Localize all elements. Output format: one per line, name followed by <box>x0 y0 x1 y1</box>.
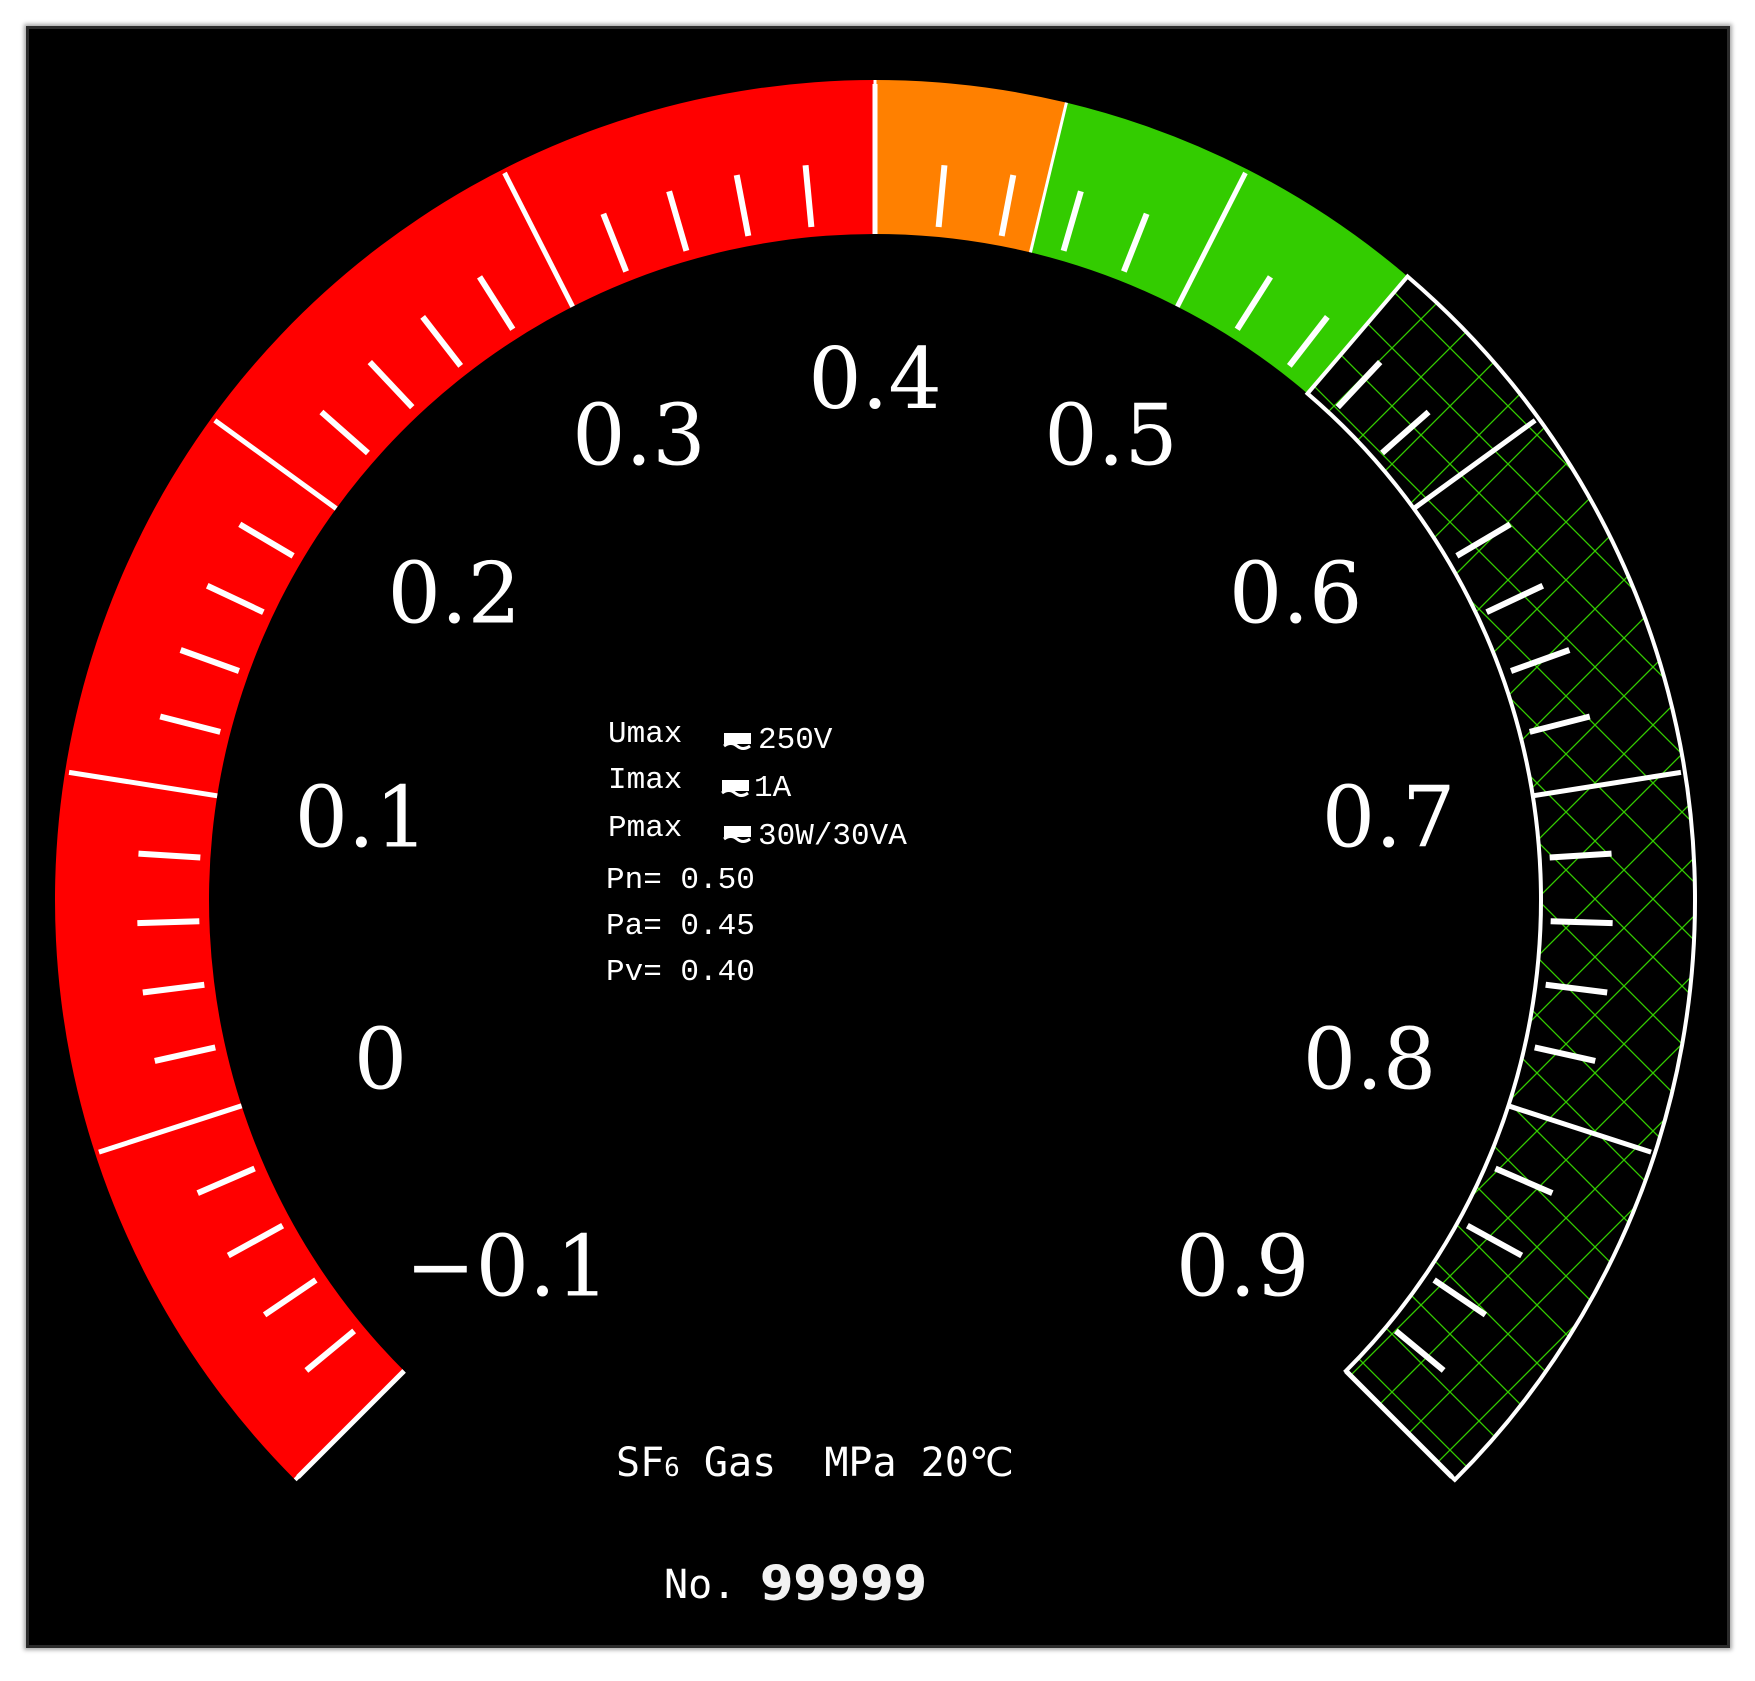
scale-label: 0.1 <box>295 769 429 867</box>
scale-label: 0.4 <box>808 330 942 428</box>
specs-block: Umax 250V Imax 1A Pmax 30W/30VA Pn= 0.50… <box>606 717 907 990</box>
scale-label: 0.8 <box>1303 1011 1437 1109</box>
pmax-value: 30W/30VA <box>758 819 907 854</box>
gas-rest: Gas MPa 20℃ <box>680 1440 1014 1486</box>
minor-tick <box>1549 850 1612 861</box>
scale-label: 0 <box>354 1011 407 1109</box>
scale-label: 0.6 <box>1229 544 1363 642</box>
gas-sf: SF <box>616 1440 664 1486</box>
serial-number: 99999 <box>760 1556 927 1612</box>
pa-value: Pa= 0.45 <box>606 909 755 944</box>
gas-unit-label: SF6 Gas MPa 20℃ <box>616 1440 1014 1486</box>
scale-label: 0.5 <box>1044 387 1178 485</box>
scale-label: 0.3 <box>572 387 706 485</box>
dc-ac-symbol-icon <box>723 733 751 750</box>
scale-label: 0.7 <box>1322 769 1456 867</box>
scale-label: −0.1 <box>405 1218 609 1316</box>
umax-value: 250V <box>758 723 833 758</box>
dc-ac-symbol-icon <box>721 780 749 797</box>
pmax-label: Pmax <box>608 811 682 846</box>
zone-hatched-hatching <box>1307 276 1696 1480</box>
scale-label: 0.2 <box>388 544 522 642</box>
pressure-gauge-diagram: −0.1 0 0.1 0.2 0.3 0.4 0.5 0.6 0.7 0.8 0.9 Umax 25… <box>54 80 1697 1612</box>
pn-value: Pn= 0.50 <box>606 863 755 898</box>
umax-label: Umax <box>608 717 682 752</box>
imax-value: 1A <box>754 771 792 806</box>
gas-subscript: 6 <box>664 1453 680 1483</box>
pv-value: Pv= 0.40 <box>606 955 755 990</box>
scale-label: 0.9 <box>1176 1218 1310 1316</box>
minor-tick <box>1550 918 1613 927</box>
dc-ac-symbol-icon <box>723 826 751 843</box>
serial-prefix: No. <box>664 1562 736 1608</box>
minor-tick <box>138 850 201 861</box>
minor-tick <box>137 918 200 927</box>
imax-label: Imax <box>608 763 682 798</box>
